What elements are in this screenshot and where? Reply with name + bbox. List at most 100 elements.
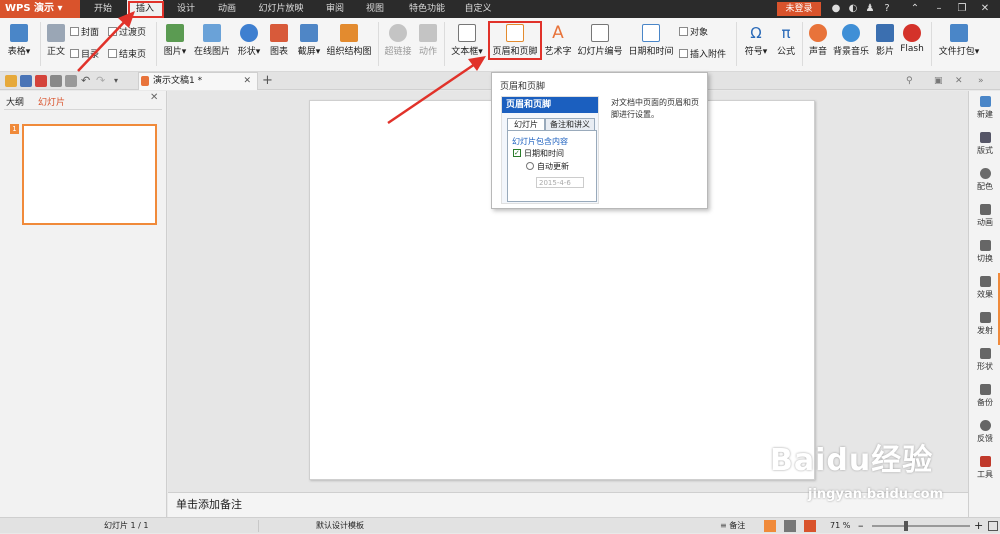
- normal-view-icon[interactable]: [764, 520, 776, 532]
- task-launch[interactable]: 发射: [969, 312, 1000, 336]
- separator: [378, 22, 379, 66]
- task-tools[interactable]: 工具: [969, 456, 1000, 480]
- redo-icon[interactable]: ↷: [96, 75, 108, 87]
- separator: [931, 22, 932, 66]
- end-page-icon: [108, 49, 117, 58]
- object-button[interactable]: 对象: [679, 25, 708, 38]
- undo-icon[interactable]: ↶: [81, 75, 93, 87]
- org-chart-button[interactable]: 组织结构图: [326, 24, 372, 57]
- help-icon[interactable]: ?: [880, 2, 894, 16]
- tab-outline[interactable]: 大纲: [6, 95, 24, 108]
- layout-icon: [979, 132, 991, 143]
- transition-page-button[interactable]: 过渡页: [108, 25, 146, 38]
- maximize-icon[interactable]: ❐: [955, 2, 969, 16]
- insert-attachment-button[interactable]: 插入附件: [679, 47, 726, 60]
- movie-button[interactable]: 影片: [873, 24, 897, 57]
- pdf-export-icon[interactable]: [35, 75, 47, 87]
- collapse-pane-icon[interactable]: »: [978, 75, 990, 87]
- status-separator: [258, 520, 259, 532]
- picture-button[interactable]: 图片▾: [160, 24, 190, 57]
- separator: [802, 22, 803, 66]
- save-icon[interactable]: [20, 75, 32, 87]
- attachment-icon: [679, 49, 688, 58]
- task-transition[interactable]: 切换: [969, 240, 1000, 264]
- preview-radio-label: 自动更新: [537, 162, 569, 171]
- close-tab-icon[interactable]: ✕: [243, 73, 251, 90]
- action-button[interactable]: 动作: [416, 24, 440, 57]
- login-button[interactable]: 未登录: [777, 2, 821, 16]
- package-icon: [950, 24, 968, 42]
- sync-icon[interactable]: ◐: [846, 2, 860, 16]
- task-backup[interactable]: 备份: [969, 384, 1000, 408]
- sound-button[interactable]: 声音: [805, 24, 831, 57]
- task-shape[interactable]: 形状: [969, 348, 1000, 372]
- screenshot-button[interactable]: 截屏▾: [294, 24, 324, 57]
- close-pane-icon[interactable]: ✕: [150, 92, 158, 103]
- task-animation[interactable]: 动画: [969, 204, 1000, 228]
- hyperlink-button[interactable]: 超链接: [382, 24, 414, 57]
- tab-custom[interactable]: 自定义: [458, 0, 498, 18]
- zoom-slider[interactable]: [872, 525, 970, 527]
- date-time-button[interactable]: 日期和时间: [626, 24, 676, 57]
- sorter-view-icon[interactable]: [784, 520, 796, 532]
- tab-design[interactable]: 设计: [170, 0, 202, 18]
- flash-button[interactable]: Flash: [898, 24, 926, 54]
- table-button[interactable]: 表格▾: [4, 24, 34, 57]
- restore-doc-icon[interactable]: ▣: [934, 75, 946, 87]
- shape-button[interactable]: 形状▾: [234, 24, 264, 57]
- task-effects[interactable]: 效果: [969, 276, 1000, 300]
- online-picture-button[interactable]: 在线图片: [192, 24, 232, 57]
- tab-slides[interactable]: 幻灯片: [38, 95, 65, 108]
- skin-icon[interactable]: ●: [829, 2, 843, 16]
- pack-file-button[interactable]: 文件打包▾: [934, 24, 984, 57]
- tab-start[interactable]: 开始: [86, 0, 120, 18]
- slide-number-button[interactable]: 幻灯片编号: [576, 24, 624, 57]
- collapse-ribbon-icon[interactable]: ⌃: [908, 2, 922, 16]
- tab-review[interactable]: 审阅: [318, 0, 352, 18]
- wordart-icon: A: [552, 23, 564, 43]
- symbol-button[interactable]: Ω 符号▾: [740, 24, 772, 57]
- customize-toolbar-icon[interactable]: ▾: [114, 75, 126, 87]
- slide-number-icon: [591, 24, 609, 42]
- zoom-out-icon[interactable]: –: [858, 518, 864, 534]
- zoom-level: 71 %: [830, 521, 851, 530]
- zoom-slider-handle[interactable]: [904, 521, 908, 531]
- close-doc-icon[interactable]: ✕: [955, 75, 967, 87]
- task-color-scheme[interactable]: 配色: [969, 168, 1000, 192]
- tab-slideshow[interactable]: 幻灯片放映: [252, 0, 310, 18]
- zoom-in-icon[interactable]: +: [974, 518, 983, 534]
- textbox-button[interactable]: 文本框▾: [448, 24, 486, 57]
- new-tab-icon[interactable]: +: [262, 73, 273, 89]
- print-icon[interactable]: [50, 75, 62, 87]
- cover-button[interactable]: 封面: [70, 25, 99, 38]
- print-preview-icon[interactable]: [65, 75, 77, 87]
- toc-button[interactable]: 目录: [70, 47, 99, 60]
- separator: [736, 22, 737, 66]
- pin-icon[interactable]: ⚲: [906, 75, 918, 87]
- tab-view[interactable]: 视图: [358, 0, 392, 18]
- bg-music-button[interactable]: 背景音乐: [831, 24, 871, 57]
- slide-count: 幻灯片 1 / 1: [104, 521, 149, 530]
- animation-icon: [979, 204, 991, 215]
- chart-button[interactable]: 图表: [266, 24, 292, 57]
- tab-animation[interactable]: 动画: [210, 0, 244, 18]
- open-folder-icon[interactable]: [5, 75, 17, 87]
- formula-button[interactable]: π 公式: [774, 24, 798, 57]
- shirt-icon[interactable]: ♟: [863, 2, 877, 16]
- document-tab[interactable]: 演示文稿1 * ✕: [138, 72, 258, 90]
- task-new[interactable]: 新建: [969, 96, 1000, 120]
- task-feedback[interactable]: 反馈: [969, 420, 1000, 444]
- app-menu-button[interactable]: WPS 演示 ▾: [0, 0, 80, 18]
- fit-window-icon[interactable]: [988, 521, 998, 531]
- slide-thumbnail[interactable]: [22, 124, 157, 225]
- notes-toggle[interactable]: ≡ 备注: [720, 518, 745, 534]
- wordart-button[interactable]: A 艺术字: [542, 24, 574, 57]
- minimize-icon[interactable]: –: [932, 2, 946, 16]
- task-layout[interactable]: 版式: [969, 132, 1000, 156]
- close-icon[interactable]: ✕: [978, 2, 992, 16]
- body-button[interactable]: 正文: [44, 24, 68, 57]
- tab-features[interactable]: 特色功能: [402, 0, 452, 18]
- link-icon: [979, 312, 991, 323]
- slideshow-view-icon[interactable]: [804, 520, 816, 532]
- end-page-button[interactable]: 结束页: [108, 47, 146, 60]
